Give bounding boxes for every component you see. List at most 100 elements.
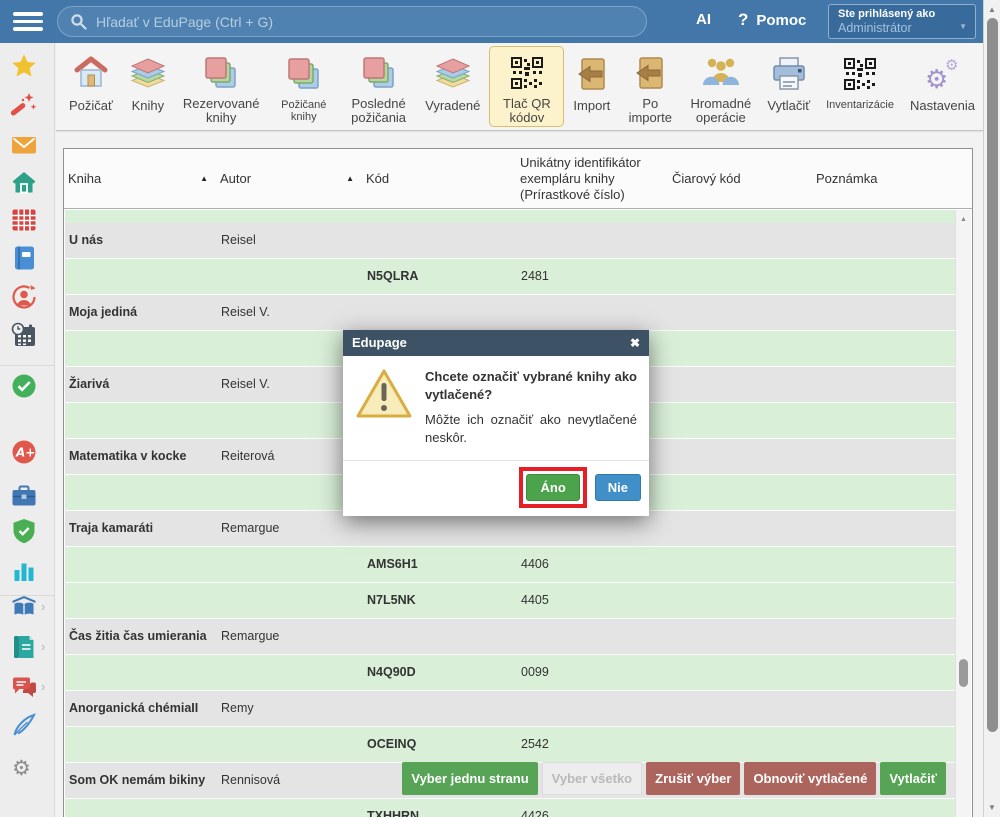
toolbar-item-label: Požičané knihy xyxy=(276,99,333,124)
toolbar-item-label: Vytlačiť xyxy=(767,99,810,114)
cell-autor xyxy=(217,655,363,690)
cell-identifikator: 4406 xyxy=(517,547,669,582)
home-icon[interactable] xyxy=(11,169,37,195)
scroll-up-icon[interactable]: ▲ xyxy=(956,216,971,223)
scroll-down-icon[interactable]: ▼ xyxy=(984,803,1000,812)
notebook-icon[interactable] xyxy=(11,245,37,271)
toolbar-item-hromadne-operacie[interactable]: Hromadné operácie xyxy=(683,46,758,127)
shield-icon[interactable] xyxy=(11,518,37,544)
table-row-book[interactable]: Traja kamarátiRemargue xyxy=(65,511,955,547)
check-circle-icon[interactable] xyxy=(11,373,37,399)
column-header-autor[interactable]: Autor▲ xyxy=(216,149,362,209)
book-stack-icon xyxy=(434,53,472,95)
cell-kniha xyxy=(65,547,217,582)
table-row-book[interactable]: Anorganická chémiaIIRemy xyxy=(65,691,955,727)
column-header-kniha[interactable]: Kniha▲ xyxy=(64,149,216,209)
sidebar-divider xyxy=(0,365,54,366)
star-icon[interactable] xyxy=(11,53,37,79)
clear-selection-button[interactable]: Zrušiť výber xyxy=(646,762,740,795)
toolbar-item-rezervovane-knihy[interactable]: Rezervované knihy xyxy=(176,46,267,127)
no-button[interactable]: Nie xyxy=(595,474,641,501)
restore-printed-button[interactable]: Obnoviť vytlačené xyxy=(744,762,876,795)
cell-ciarovy-kod xyxy=(669,727,813,762)
toolbar-item-vytlacit[interactable]: Vytlačiť xyxy=(760,46,817,127)
library-icon[interactable] xyxy=(11,594,37,620)
search-input[interactable] xyxy=(57,6,647,37)
table-row-partial[interactable] xyxy=(65,210,955,223)
toolbar-item-pozicane-knihy[interactable]: Požičané knihy xyxy=(269,46,340,127)
import-icon xyxy=(634,53,666,93)
yes-button[interactable]: Áno xyxy=(526,474,579,501)
mail-icon[interactable] xyxy=(11,132,37,158)
table-scrollbar[interactable]: ▲ ▼ xyxy=(955,210,971,817)
settings-gear-icon[interactable]: ⚙ xyxy=(11,754,37,780)
documents-icon[interactable] xyxy=(11,634,37,660)
grades-icon[interactable]: A+ xyxy=(11,439,37,465)
table-header: Kniha▲Autor▲KódUnikátny identifikátor ex… xyxy=(64,149,972,209)
calendar-clock-icon[interactable] xyxy=(11,322,37,348)
cell-kniha xyxy=(65,475,217,510)
results-chart-icon[interactable] xyxy=(11,558,37,584)
table-row-copy[interactable]: TXHHRN4426 xyxy=(65,799,955,817)
topbar: AI ? Pomoc Ste prihlásený ako Administrá… xyxy=(0,0,983,43)
table-row-book[interactable]: Čas žitia čas umieraniaRemargue xyxy=(65,619,955,655)
table-row-copy[interactable]: N7L5NK4405 xyxy=(65,583,955,619)
column-header-poznamka[interactable]: Poznámka xyxy=(812,149,956,209)
scroll-up-icon[interactable]: ▲ xyxy=(984,5,1000,14)
pen-icon[interactable] xyxy=(11,712,37,738)
cell-poznamka xyxy=(813,799,955,817)
timetable-icon[interactable] xyxy=(11,207,37,233)
dialog-title: Edupage xyxy=(352,330,407,356)
table-row-book[interactable]: Moja jedináReisel V. xyxy=(65,295,955,331)
table-row-copy[interactable]: N5QLRA2481 xyxy=(65,259,955,295)
toolbar-item-pozicat[interactable]: Požičať xyxy=(62,46,120,127)
close-icon[interactable]: ✖ xyxy=(630,330,640,356)
cell-ciarovy-kod xyxy=(669,511,813,546)
table-row-copy[interactable]: AMS6H14406 xyxy=(65,547,955,583)
ai-button[interactable]: AI xyxy=(696,11,711,28)
briefcase-icon[interactable] xyxy=(11,483,37,509)
column-header-ciarovy-kod[interactable]: Čiarový kód xyxy=(668,149,812,209)
cell-poznamka xyxy=(813,439,955,474)
table-row-copy[interactable]: N4Q90D0099 xyxy=(65,655,955,691)
toolbar-item-inventarizacie[interactable]: Inventarizácie xyxy=(819,46,901,127)
toolbar-item-posledne-pozicania[interactable]: Posledné požičania xyxy=(341,46,416,127)
chat-icon[interactable] xyxy=(11,674,37,700)
column-header-kod[interactable]: Kód xyxy=(362,149,516,209)
table-scrollbar-thumb[interactable] xyxy=(959,659,968,687)
cell-kod xyxy=(363,691,517,726)
cell-kod: N5QLRA xyxy=(363,259,517,294)
select-all-button[interactable]: Vyber všetko xyxy=(542,762,642,795)
page-scrollbar-thumb[interactable] xyxy=(987,18,998,732)
stacked-cards-icon xyxy=(203,53,239,93)
cell-autor: Remy xyxy=(217,691,363,726)
toolbar-item-import[interactable]: Import xyxy=(566,46,617,127)
print-button[interactable]: Vytlačiť xyxy=(880,762,946,795)
user-menu[interactable]: Ste prihlásený ako Administrátor ▼ xyxy=(828,4,976,39)
toolbar-item-po-importe[interactable]: Po importe xyxy=(619,46,681,127)
toolbar-item-knihy[interactable]: Knihy xyxy=(122,46,174,127)
cell-ciarovy-kod xyxy=(669,259,813,294)
column-header-unikatny-identifikator-exempla[interactable]: Unikátny identifikátor exempláru knihy (… xyxy=(516,149,668,209)
cell-ciarovy-kod xyxy=(669,583,813,618)
library-toolbar: PožičaťKnihyRezervované knihy Požičané kn… xyxy=(56,43,983,131)
select-one-page-button[interactable]: Vyber jednu stranu xyxy=(402,762,537,795)
help-button[interactable]: ? Pomoc xyxy=(738,10,806,30)
dialog-question: Chcete označiť vybrané knihy ako vytlače… xyxy=(425,368,637,403)
cell-kniha: Matematika v kocke xyxy=(65,439,217,474)
toolbar-item-vyradene[interactable]: Vyradené xyxy=(418,46,487,127)
table-row-copy[interactable]: OCEINQ2542 xyxy=(65,727,955,763)
table-row-book[interactable]: U násReisel xyxy=(65,223,955,259)
column-label: Kniha xyxy=(68,171,101,187)
cell-ciarovy-kod xyxy=(669,295,813,330)
substitution-icon[interactable] xyxy=(11,284,37,310)
cell-poznamka xyxy=(813,583,955,618)
hamburger-menu-icon[interactable] xyxy=(13,12,43,32)
toolbar-item-tlac-qr-kodov[interactable]: Tlač QR kódov xyxy=(489,46,564,127)
magic-wand-icon[interactable] xyxy=(11,92,37,118)
toolbar-item-nastavenia[interactable]: ⚙⚙Nastavenia xyxy=(903,46,982,127)
page-scrollbar[interactable]: ▲ ▼ xyxy=(983,0,1000,817)
toolbar-item-label: Nastavenia xyxy=(910,99,975,114)
help-label: Pomoc xyxy=(756,12,806,29)
cell-identifikator: 4405 xyxy=(517,583,669,618)
